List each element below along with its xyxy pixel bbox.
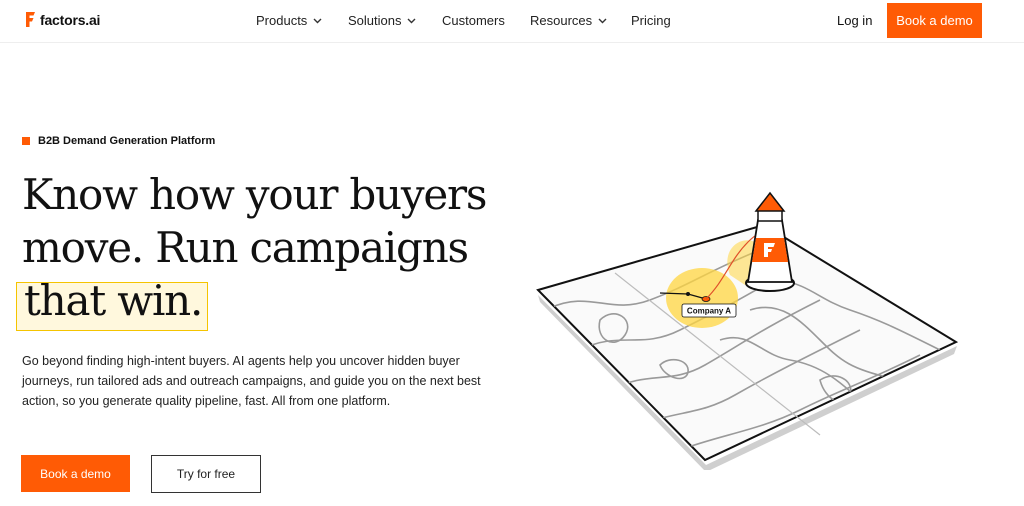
company-marker-label: Company A	[687, 307, 731, 316]
nav-item-pricing[interactable]: Pricing	[631, 13, 671, 28]
nav-item-label: Solutions	[348, 13, 402, 28]
book-demo-nav-button[interactable]: Book a demo	[887, 3, 982, 38]
nav-item-resources[interactable]: Resources	[530, 13, 607, 28]
square-bullet-icon	[22, 137, 30, 145]
category-badge: B2B Demand Generation Platform	[22, 135, 215, 147]
nav-item-solutions[interactable]: Solutions	[348, 13, 416, 28]
nav-item-label: Customers	[442, 13, 505, 28]
brand-name: factors.ai	[40, 11, 101, 28]
top-navigation: factors.ai Products Solutions Customers …	[0, 0, 1024, 43]
nav-item-products[interactable]: Products	[256, 13, 322, 28]
chevron-down-icon	[598, 18, 607, 23]
hero-headline: Know how your buyers move. Run campaigns…	[15, 168, 487, 331]
topographic-map-illustration: Company A	[536, 191, 959, 470]
book-demo-button[interactable]: Book a demo	[21, 455, 130, 492]
factors-logo-icon	[26, 12, 35, 27]
badge-label: B2B Demand Generation Platform	[38, 135, 216, 147]
nav-item-label: Products	[256, 13, 308, 28]
chevron-down-icon	[313, 18, 322, 23]
headline-line-2: move. Run campaigns	[22, 223, 469, 272]
login-link[interactable]: Log in	[837, 13, 872, 28]
nav-item-label: Pricing	[631, 13, 671, 28]
highlight-box: that win.	[15, 274, 209, 331]
nav-item-label: Resources	[530, 13, 593, 28]
brand-logo[interactable]: factors.ai	[24, 11, 100, 28]
highlighted-text: that win.	[24, 276, 203, 325]
try-free-button[interactable]: Try for free	[151, 455, 261, 493]
headline-line-1: Know how your buyers	[22, 170, 487, 219]
nav-item-customers[interactable]: Customers	[442, 13, 505, 28]
hero-description: Go beyond finding high-intent buyers. AI…	[22, 354, 481, 408]
headline-line-3: that win.	[15, 274, 486, 331]
chevron-down-icon	[407, 18, 416, 23]
